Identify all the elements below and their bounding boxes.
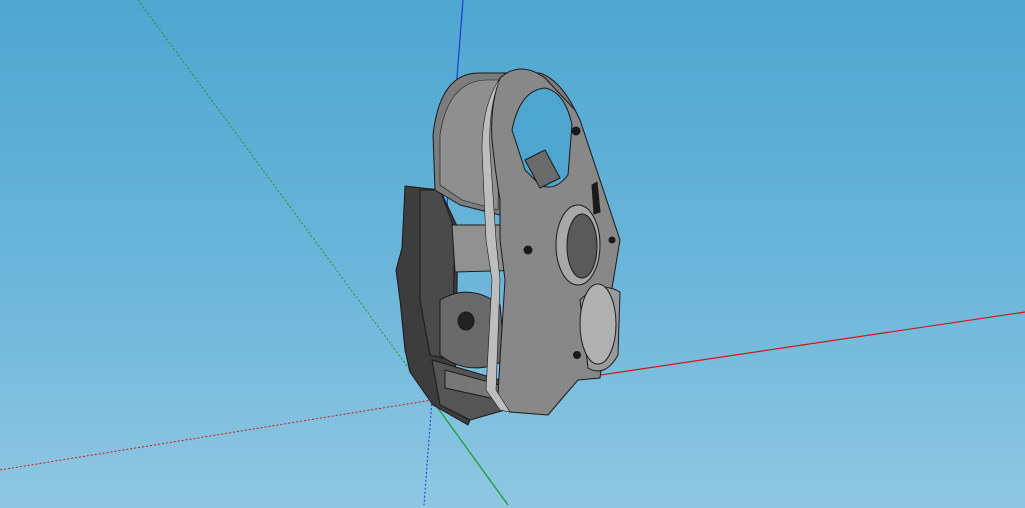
green-axis-dotted <box>137 0 433 401</box>
screw-hole-2 <box>523 245 533 255</box>
screw-hole-1 <box>571 126 581 136</box>
bottom-cylinder-end <box>579 283 617 365</box>
3d-model[interactable] <box>395 68 621 426</box>
blue-axis-dotted <box>423 399 433 506</box>
lower-boss-hole <box>457 311 475 331</box>
screw-hole-3 <box>573 351 581 359</box>
center-hole-inner <box>566 213 598 279</box>
model-scene[interactable] <box>0 0 1025 508</box>
red-axis-dotted <box>0 399 433 471</box>
screw-hole-4 <box>608 236 616 244</box>
3d-viewport[interactable] <box>0 0 1025 508</box>
